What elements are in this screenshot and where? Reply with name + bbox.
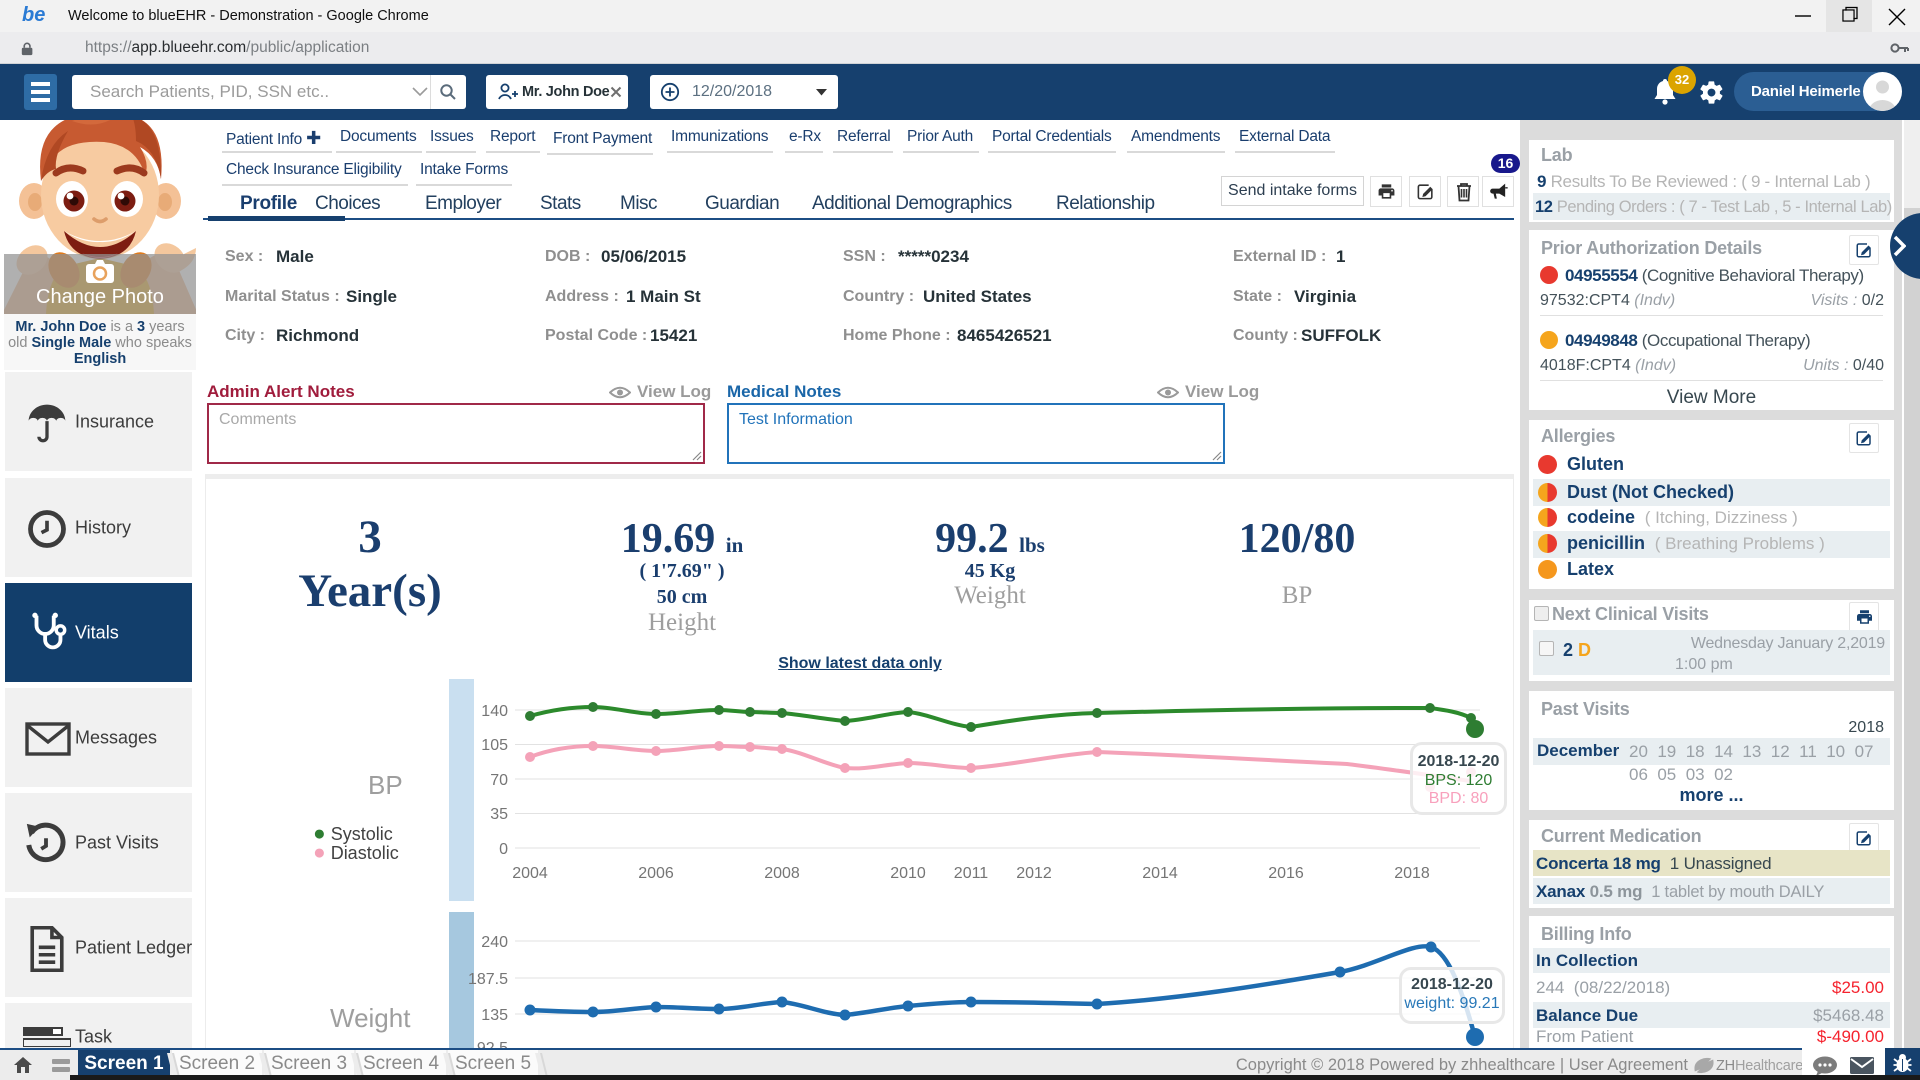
svg-text:2018: 2018 (1394, 865, 1430, 882)
svg-text:92.5: 92.5 (477, 1040, 508, 1048)
svg-text:35: 35 (490, 806, 508, 823)
svg-text:240: 240 (481, 934, 508, 951)
svg-text:2004: 2004 (512, 865, 548, 882)
svg-text:70: 70 (490, 772, 508, 789)
svg-text:2006: 2006 (638, 865, 674, 882)
svg-text:2014: 2014 (1142, 865, 1178, 882)
svg-text:187.5: 187.5 (468, 971, 508, 988)
svg-text:2011: 2011 (954, 865, 989, 882)
svg-text:0: 0 (499, 841, 508, 858)
svg-text:135: 135 (481, 1007, 508, 1024)
svg-text:2008: 2008 (764, 865, 800, 882)
svg-text:2012: 2012 (1016, 865, 1052, 882)
svg-text:105: 105 (481, 737, 508, 754)
svg-text:140: 140 (481, 703, 508, 720)
svg-text:2016: 2016 (1268, 865, 1304, 882)
svg-text:2010: 2010 (890, 865, 926, 882)
